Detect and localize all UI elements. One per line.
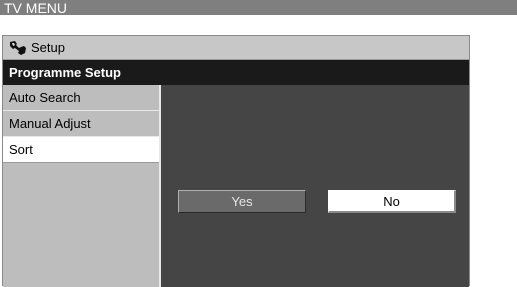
no-button-label: No bbox=[383, 194, 400, 209]
category-header: Setup bbox=[3, 36, 469, 60]
menu-item-label: Manual Adjust bbox=[9, 116, 91, 131]
menu-item-auto-search[interactable]: Auto Search bbox=[3, 85, 159, 111]
content-area: Yes No bbox=[161, 85, 469, 287]
yes-button-label: Yes bbox=[231, 194, 253, 209]
category-label: Setup bbox=[31, 40, 65, 55]
sidebar: Auto Search Manual Adjust Sort bbox=[3, 85, 161, 287]
no-button[interactable]: No bbox=[328, 190, 456, 213]
menu-panel: Setup Programme Setup Auto Search Manual… bbox=[2, 35, 470, 287]
menu-item-label: Sort bbox=[9, 142, 33, 157]
tool-icon bbox=[9, 40, 27, 56]
menu-item-manual-adjust[interactable]: Manual Adjust bbox=[3, 111, 159, 137]
title-bar: TV MENU bbox=[0, 0, 517, 17]
section-title: Programme Setup bbox=[9, 65, 121, 80]
section-header: Programme Setup bbox=[3, 60, 469, 85]
menu-item-label: Auto Search bbox=[9, 90, 81, 105]
menu-item-sort[interactable]: Sort bbox=[3, 137, 159, 163]
yes-button[interactable]: Yes bbox=[178, 190, 306, 213]
window-title: TV MENU bbox=[4, 0, 67, 16]
